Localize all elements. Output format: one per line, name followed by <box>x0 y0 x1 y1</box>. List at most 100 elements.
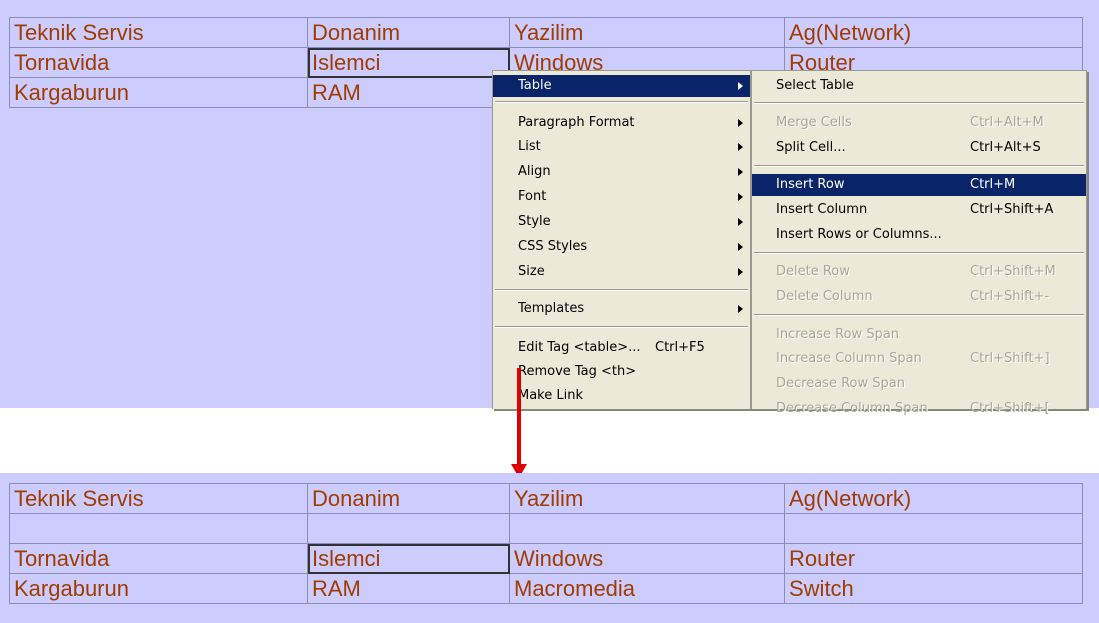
menu-item-label: Style <box>518 214 551 229</box>
menu-item-label: Templates <box>518 301 585 316</box>
table-cell[interactable]: Kargaburun <box>9 573 308 604</box>
menu-item-label: Decrease Row Span <box>776 376 905 391</box>
menu-item-label: Table <box>518 78 552 93</box>
menu-item-label: Insert Rows or Columns... <box>776 227 942 242</box>
table-row: Tornavida Islemci Windows Router <box>9 543 1083 574</box>
table-cell[interactable]: Tornavida <box>9 543 308 574</box>
table-cell[interactable]: Ag(Network) <box>784 17 1083 48</box>
table-cell[interactable] <box>784 513 1083 544</box>
table-cell[interactable] <box>509 513 785 544</box>
menu-item-label: Split Cell... <box>776 140 846 155</box>
menu-item-label: Increase Row Span <box>776 327 900 342</box>
submenu-arrow-icon <box>738 143 743 151</box>
menu-shortcut: Ctrl+M <box>970 177 1016 192</box>
menu-item-remove-tag[interactable]: Remove Tag <th> <box>493 361 750 383</box>
table-cell[interactable]: Kargaburun <box>9 77 308 108</box>
table-cell[interactable]: Windows <box>509 543 785 574</box>
submenu-item-decrease-column-span: Decrease Column Span Ctrl+Shift+[ <box>752 398 1086 420</box>
editor-after-panel: Teknik Servis Donanim Yazilim Ag(Network… <box>0 473 1099 623</box>
menu-item-label: Edit Tag <table>... <box>518 340 641 355</box>
menu-item-edit-tag[interactable]: Edit Tag <table>... Ctrl+F5 <box>493 337 750 359</box>
table-cell[interactable]: Teknik Servis <box>9 483 308 514</box>
submenu-item-insert-column[interactable]: Insert Column Ctrl+Shift+A <box>752 199 1086 221</box>
table-cell[interactable]: Switch <box>784 573 1083 604</box>
menu-item-style[interactable]: Style <box>493 211 750 233</box>
menu-separator <box>754 314 1084 316</box>
menu-item-label: Decrease Column Span <box>776 401 928 416</box>
menu-separator <box>495 289 748 291</box>
menu-item-label: Increase Column Span <box>776 351 922 366</box>
table-row-inserted <box>9 513 1083 544</box>
menu-shortcut: Ctrl+Shift+M <box>970 264 1056 279</box>
submenu-item-delete-row: Delete Row Ctrl+Shift+M <box>752 261 1086 283</box>
submenu-item-select-table[interactable]: Select Table <box>752 75 1086 97</box>
menu-separator <box>495 326 748 328</box>
menu-item-templates[interactable]: Templates <box>493 298 750 320</box>
menu-shortcut: Ctrl+Shift+[ <box>970 401 1050 416</box>
submenu-item-increase-row-span: Increase Row Span <box>752 324 1086 346</box>
submenu-arrow-icon <box>738 193 743 201</box>
red-arrow-line <box>517 368 521 470</box>
table-cell[interactable]: RAM <box>307 573 510 604</box>
table-cell[interactable]: Router <box>784 543 1083 574</box>
data-table-after: Teknik Servis Donanim Yazilim Ag(Network… <box>9 483 1083 604</box>
submenu-arrow-icon <box>738 82 743 90</box>
table-cell[interactable]: Donanim <box>307 17 510 48</box>
table-cell[interactable]: Macromedia <box>509 573 785 604</box>
table-row: Kargaburun RAM Macromedia Switch <box>9 573 1083 604</box>
menu-shortcut: Ctrl+Shift+] <box>970 351 1050 366</box>
menu-item-label: Paragraph Format <box>518 115 635 130</box>
menu-item-label: List <box>518 139 541 154</box>
submenu-item-merge-cells: Merge Cells Ctrl+Alt+M <box>752 112 1086 134</box>
menu-shortcut: Ctrl+Alt+M <box>970 115 1044 130</box>
submenu-item-split-cell[interactable]: Split Cell... Ctrl+Alt+S <box>752 137 1086 159</box>
menu-item-label: Align <box>518 164 551 179</box>
menu-item-css-styles[interactable]: CSS Styles <box>493 236 750 258</box>
table-cell[interactable]: Tornavida <box>9 47 308 78</box>
table-cell[interactable]: Yazilim <box>509 17 785 48</box>
submenu-arrow-icon <box>738 268 743 276</box>
menu-separator <box>754 102 1084 104</box>
menu-item-align[interactable]: Align <box>493 161 750 183</box>
menu-item-table[interactable]: Table <box>493 75 750 97</box>
menu-item-label: Delete Column <box>776 289 873 304</box>
submenu-arrow-icon <box>738 243 743 251</box>
menu-item-label: Delete Row <box>776 264 850 279</box>
table-cell[interactable]: Yazilim <box>509 483 785 514</box>
menu-item-label: Select Table <box>776 78 854 93</box>
context-menu: Table Paragraph Format List Align Font S… <box>492 70 751 409</box>
table-cell[interactable] <box>9 513 308 544</box>
submenu-item-delete-column: Delete Column Ctrl+Shift+- <box>752 286 1086 308</box>
table-cell[interactable]: Teknik Servis <box>9 17 308 48</box>
submenu-item-insert-row[interactable]: Insert Row Ctrl+M <box>752 174 1086 196</box>
submenu-arrow-icon <box>738 168 743 176</box>
menu-item-label: Size <box>518 264 545 279</box>
submenu-item-decrease-row-span: Decrease Row Span <box>752 373 1086 395</box>
menu-separator <box>754 252 1084 254</box>
menu-item-label: CSS Styles <box>518 239 588 254</box>
menu-item-paragraph-format[interactable]: Paragraph Format <box>493 112 750 134</box>
submenu-arrow-icon <box>738 119 743 127</box>
menu-separator <box>754 165 1084 167</box>
table-cell[interactable]: Donanim <box>307 483 510 514</box>
menu-item-font[interactable]: Font <box>493 186 750 208</box>
table-cell-selected[interactable]: Islemci <box>307 543 510 574</box>
menu-shortcut: Ctrl+F5 <box>655 340 705 355</box>
table-cell[interactable] <box>307 513 510 544</box>
menu-shortcut: Ctrl+Shift+- <box>970 289 1050 304</box>
menu-shortcut: Ctrl+Alt+S <box>970 140 1041 155</box>
submenu-item-insert-rows-or-columns[interactable]: Insert Rows or Columns... <box>752 224 1086 246</box>
table-cell[interactable]: Ag(Network) <box>784 483 1083 514</box>
table-cell-selected[interactable]: Islemci <box>307 47 510 78</box>
menu-item-label: Insert Row <box>776 177 845 192</box>
menu-separator <box>495 101 748 103</box>
table-cell[interactable]: RAM <box>307 77 510 108</box>
menu-item-label: Font <box>518 189 547 204</box>
menu-item-make-link[interactable]: Make Link <box>493 385 750 407</box>
submenu-arrow-icon <box>738 218 743 226</box>
menu-item-label: Insert Column <box>776 202 868 217</box>
menu-item-label: Make Link <box>518 388 583 403</box>
menu-item-size[interactable]: Size <box>493 261 750 283</box>
menu-shortcut: Ctrl+Shift+A <box>970 202 1054 217</box>
menu-item-list[interactable]: List <box>493 136 750 158</box>
